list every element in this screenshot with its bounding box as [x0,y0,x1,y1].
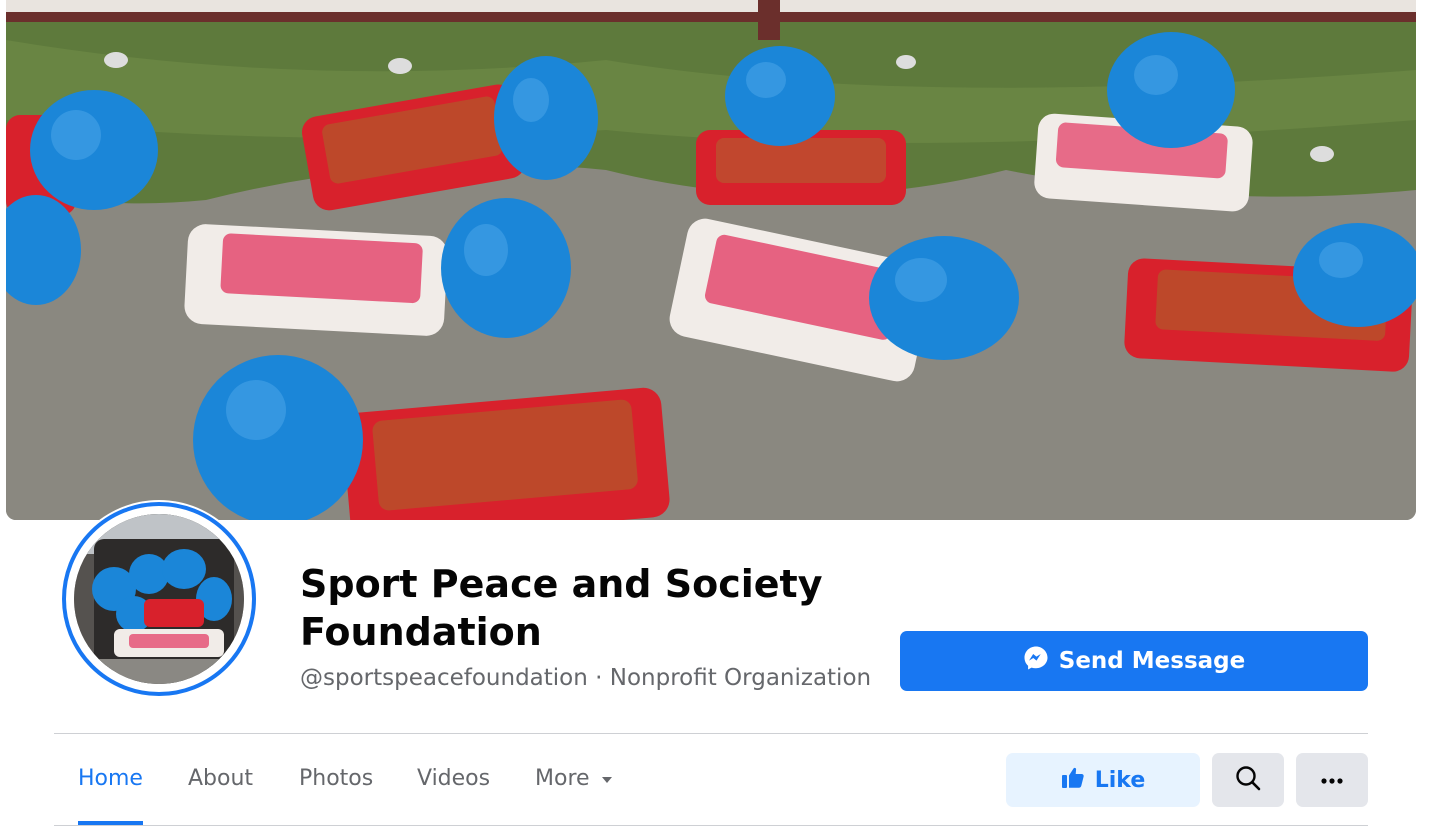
send-message-button[interactable]: Send Message [900,631,1368,691]
tab-label: Home [78,765,143,791]
avatar-ring [62,502,256,696]
profile-picture[interactable] [60,500,258,698]
tab-photos[interactable]: Photos [299,734,373,822]
tab-about[interactable]: About [188,734,253,822]
send-message-label: Send Message [1058,648,1246,674]
search-icon [1235,765,1261,796]
page-subline: @sportspeacefoundation · Nonprofit Organ… [300,665,871,691]
ellipsis-icon [1321,771,1343,789]
page-handle: @sportspeacefoundation [300,665,588,691]
tab-label: About [188,765,254,791]
avatar [74,514,244,684]
tab-label: Videos [417,765,491,791]
subline-separator: · [587,665,610,691]
tab-home[interactable]: Home [78,734,143,825]
caret-down-icon [600,766,614,791]
thumbs-up-icon [1061,765,1085,795]
more-options-button[interactable] [1296,753,1368,807]
like-label: Like [1094,767,1146,793]
tab-label: Photos [299,765,374,791]
cover-photo[interactable] [6,0,1416,520]
page-category[interactable]: Nonprofit Organization [610,665,871,691]
tab-more[interactable]: More [535,734,614,822]
like-button[interactable]: Like [1006,753,1200,807]
messenger-icon [1023,645,1049,677]
tab-videos[interactable]: Videos [417,734,490,822]
page-title: Sport Peace and Society Foundation [300,562,823,654]
search-button[interactable] [1212,753,1284,807]
tab-label: More [535,765,590,791]
